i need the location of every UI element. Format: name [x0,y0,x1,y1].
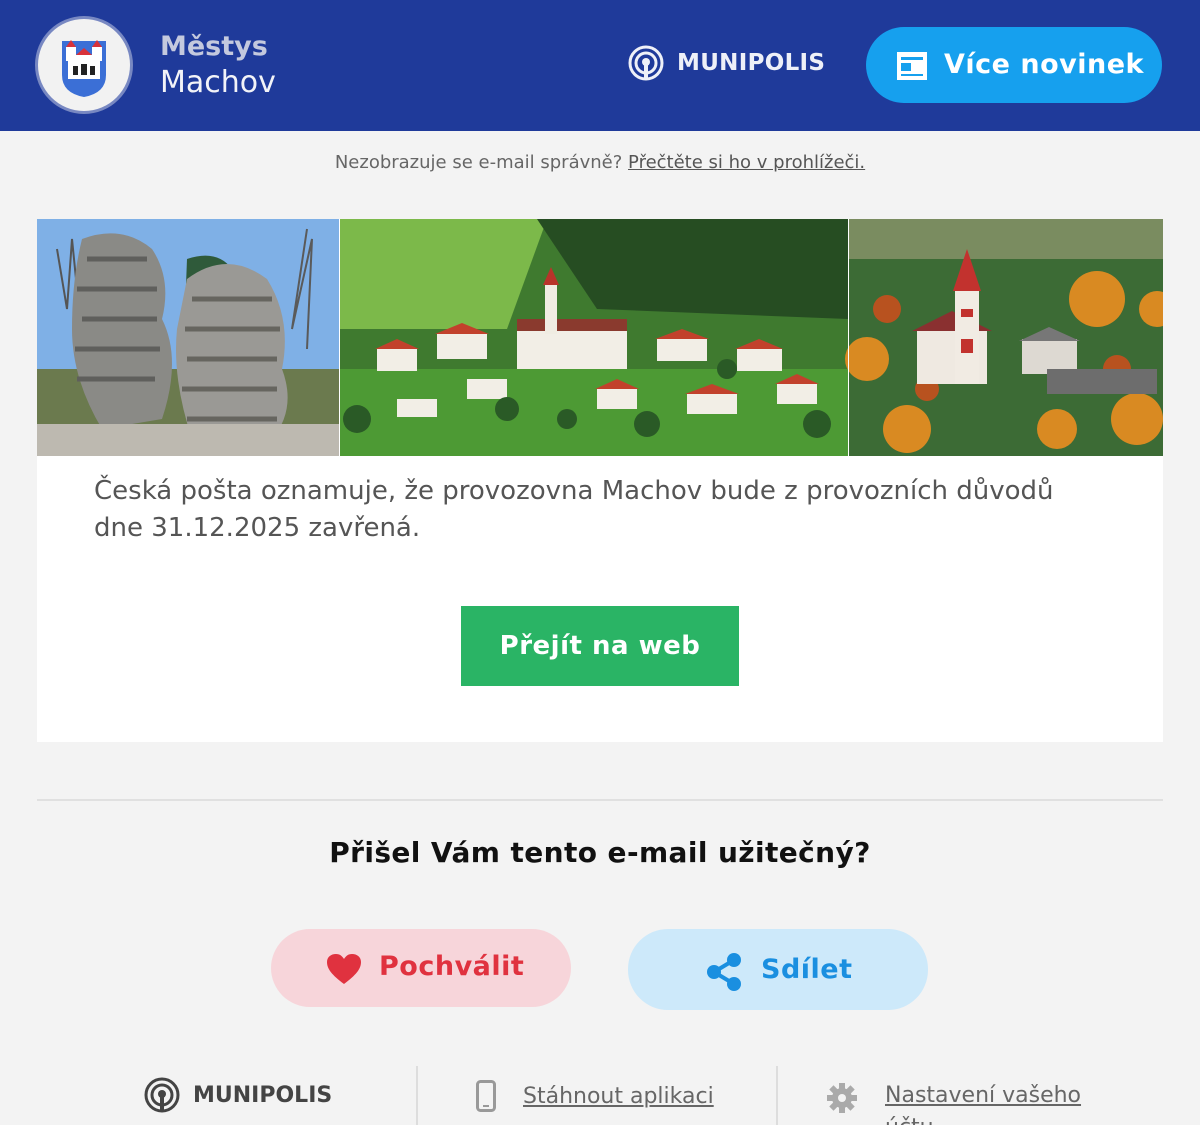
section-divider [37,799,1163,801]
munipolis-brand[interactable]: MUNIPOLIS [627,44,825,82]
gear-icon [827,1083,857,1113]
more-news-button[interactable]: Více novinek [866,27,1162,103]
footer-separator [776,1066,778,1125]
rock-formation-photo [37,219,339,456]
footer-munipolis-wordmark: MUNIPOLIS [193,1082,333,1108]
town-name: Machov [160,65,276,100]
share-label: Sdílet [761,954,853,985]
munipolis-wordmark: MUNIPOLIS [677,50,826,76]
account-settings-label: Nastavení vašeho účtu [885,1083,1082,1125]
browser-view-notice: Nezobrazuje se e-mail správně? Přečtěte … [0,152,1200,173]
munipolis-logo-icon [144,1077,180,1113]
town-title: Městys Machov [160,30,276,102]
header-photos [37,219,1163,456]
feedback-question: Přišel Vám tento e-mail užitečný? [329,836,871,869]
news-icon [897,52,927,80]
download-app-label: Stáhnout aplikaci [523,1083,714,1109]
phone-icon [476,1080,496,1112]
view-in-browser-link[interactable]: Přečtěte si ho v prohlížeči. [628,152,865,173]
go-to-web-button[interactable]: Přejít na web [461,606,739,686]
download-app-link[interactable]: Stáhnout aplikaci [476,1080,714,1112]
footer-separator [416,1066,418,1125]
praise-label: Pochválit [379,951,525,982]
notice-text: Nezobrazuje se e-mail správně? [334,152,623,173]
header-bar: Městys Machov MUNIPOLIS Více novinek [0,0,1200,131]
town-coat-of-arms-logo[interactable] [38,19,130,111]
announcement-text: Česká pošta oznamuje, že provozovna Mach… [94,476,1054,543]
share-icon [707,953,741,991]
church-autumn-photo [845,219,1163,456]
more-news-label: Více novinek [944,49,1144,80]
article-card: Česká pošta oznamuje, že provozovna Mach… [37,219,1163,742]
heart-icon [327,954,361,984]
munipolis-logo-icon [628,45,664,81]
town-type: Městys [160,31,268,62]
village-aerial-photo [340,219,848,456]
footer-munipolis-brand[interactable]: MUNIPOLIS [143,1076,332,1114]
account-settings-link[interactable]: Nastavení vašeho účtu [826,1080,1115,1125]
share-button[interactable]: Sdílet [628,929,928,1010]
praise-button[interactable]: Pochválit [271,929,571,1007]
